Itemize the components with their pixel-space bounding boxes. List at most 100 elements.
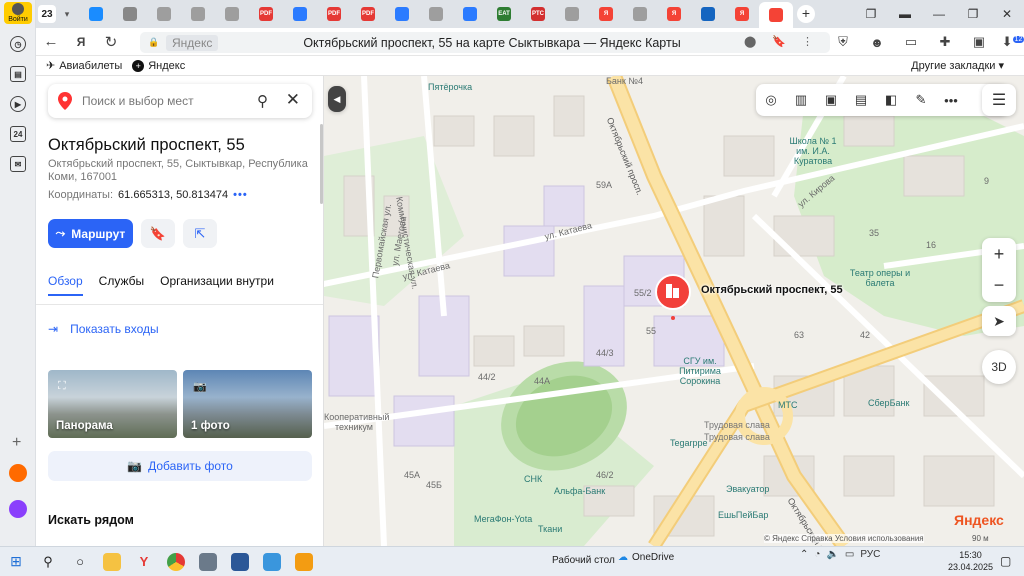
calculator-icon[interactable]: [192, 549, 224, 575]
extensions-icon[interactable]: ✚: [928, 34, 962, 50]
poi-technikum[interactable]: Кооперативный техникум: [324, 412, 389, 432]
sheet-tab[interactable]: [623, 3, 657, 25]
restore-button[interactable]: ❐: [956, 7, 990, 21]
eat-tab[interactable]: EAT: [487, 3, 521, 25]
word-icon[interactable]: [224, 549, 256, 575]
ruler-icon[interactable]: ✎: [906, 92, 936, 108]
protect-icon[interactable]: ⛨: [826, 34, 860, 50]
poi-theatre[interactable]: Театр оперы и балета: [846, 268, 914, 288]
poi-sberbank[interactable]: СберБанк: [868, 398, 909, 408]
poi-pyaterochka[interactable]: Пятёрочка: [428, 82, 472, 92]
add-photo-button[interactable]: 📷 Добавить фото: [48, 451, 312, 481]
paint-icon[interactable]: [256, 549, 288, 575]
notifications-icon[interactable]: ▢: [1000, 554, 1011, 568]
pdf-tab[interactable]: PDF: [249, 3, 283, 25]
tab-overview[interactable]: Обзор: [48, 274, 83, 296]
tab-services[interactable]: Службы: [99, 274, 144, 296]
sheet-tab[interactable]: [419, 3, 453, 25]
yandex-home-icon[interactable]: Я: [66, 35, 96, 49]
battery-icon[interactable]: ▭: [845, 549, 854, 560]
sheet-tab[interactable]: [555, 3, 589, 25]
geolocation-button[interactable]: ➤: [982, 306, 1016, 336]
poi-snk[interactable]: СНК: [524, 474, 542, 484]
minimize-button[interactable]: —: [922, 7, 956, 21]
reading-icon[interactable]: ▭: [894, 34, 928, 50]
poi-school[interactable]: Школа № 1 им. И.А. Куратова: [782, 136, 844, 166]
explorer-icon[interactable]: [96, 549, 128, 575]
clock-icon[interactable]: ◷: [10, 36, 26, 52]
chrome-icon[interactable]: [160, 549, 192, 575]
map-copyright[interactable]: © Яндекс Справка Условия использования: [764, 534, 924, 543]
maps-tab[interactable]: [759, 2, 793, 28]
layer-panorama-icon[interactable]: ◎: [756, 92, 786, 108]
pdf-tab[interactable]: PDF: [351, 3, 385, 25]
bookmark-panel-icon[interactable]: ▬: [888, 7, 922, 21]
show-entrances-link[interactable]: ⇥ Показать входы: [48, 322, 159, 336]
app-icon[interactable]: [288, 549, 320, 575]
share-button[interactable]: ⇱: [183, 219, 217, 248]
chevron-up-icon[interactable]: ⌃: [800, 549, 808, 560]
cortana-icon[interactable]: ○: [64, 549, 96, 575]
layer-camera-icon[interactable]: ▣: [816, 92, 846, 108]
reload-button[interactable]: ↻: [96, 33, 126, 51]
close-button[interactable]: ✕: [990, 7, 1024, 21]
mail-tab[interactable]: [385, 3, 419, 25]
tab-count[interactable]: 23: [38, 5, 56, 23]
pdf-tab[interactable]: PDF: [317, 3, 351, 25]
doc-tab[interactable]: [113, 3, 147, 25]
wifi-icon[interactable]: ◔: [814, 549, 820, 560]
poi-megafon[interactable]: МегаФон-Yota: [474, 514, 532, 524]
yandex-tab[interactable]: Я: [589, 3, 623, 25]
poi-alfabank[interactable]: Альфа-Банк: [554, 486, 605, 496]
map-menu-button[interactable]: ☰: [982, 84, 1016, 116]
save-bookmark-button[interactable]: 🔖: [141, 219, 175, 248]
twentyfour-icon[interactable]: 24: [10, 126, 26, 142]
poi-mts[interactable]: МТС: [778, 400, 798, 410]
screenshot-icon[interactable]: ▣: [962, 34, 996, 50]
search-icon[interactable]: ⚲: [257, 92, 268, 110]
poi-tegarppe[interactable]: Tegarppe: [670, 438, 708, 448]
layer-transport-icon[interactable]: ▤: [846, 92, 876, 108]
menu-dots-icon[interactable]: ⋮: [802, 35, 813, 48]
location-icon[interactable]: ⬤: [744, 35, 756, 48]
poi-bank[interactable]: Банк №4: [606, 76, 643, 86]
zoom-in-button[interactable]: +: [994, 244, 1005, 265]
url-field[interactable]: 🔒 Яндекс Октябрьский проспект, 55 на кар…: [140, 32, 830, 53]
poi-evacuator[interactable]: Эвакуатор: [726, 484, 769, 494]
downloads-icon[interactable]: ⬇ 12: [996, 34, 1024, 50]
language-indicator[interactable]: РУС: [860, 549, 880, 560]
tabs-overview-icon[interactable]: ❐: [854, 7, 888, 21]
gerb-tab[interactable]: [691, 3, 725, 25]
photo-thumbnail[interactable]: 📷 1 фото: [183, 370, 312, 438]
tab-organizations[interactable]: Организации внутри: [160, 274, 274, 296]
poi-university[interactable]: СГУ им. Питирима Сорокина: [672, 356, 728, 386]
3d-button[interactable]: 3D: [982, 350, 1016, 384]
volume-icon[interactable]: 🔈: [826, 549, 838, 560]
coords-value[interactable]: 61.665313, 50.813474: [118, 189, 228, 201]
search-input[interactable]: [82, 94, 232, 108]
other-bookmarks[interactable]: Другие закладки ▾: [911, 59, 1004, 72]
bookmark-icon[interactable]: 🔖: [772, 35, 786, 48]
mail-tab[interactable]: [283, 3, 317, 25]
poi-eshpeybar[interactable]: ЕшьПейБар: [718, 510, 768, 520]
login-button[interactable]: Войти: [4, 2, 32, 24]
windows-start-icon[interactable]: ⊞: [0, 549, 32, 575]
onedrive-item[interactable]: ☁ OneDrive: [618, 552, 674, 563]
cloud-tab[interactable]: [79, 3, 113, 25]
close-icon[interactable]: ✕: [286, 90, 300, 110]
layer-atlas-icon[interactable]: ▥: [786, 92, 816, 108]
clock[interactable]: 15:30 23.04.2025: [948, 549, 993, 573]
back-button[interactable]: ←: [36, 33, 66, 50]
sheet-tab[interactable]: [181, 3, 215, 25]
chevron-down-icon[interactable]: ▾: [59, 5, 75, 23]
play-icon[interactable]: ▶: [10, 96, 26, 112]
search-icon[interactable]: ⚲: [32, 549, 64, 575]
yandex-app-icon[interactable]: [9, 464, 27, 482]
alice-icon[interactable]: [9, 500, 27, 518]
collapse-panel-button[interactable]: ◀: [328, 86, 346, 112]
rtc-tab[interactable]: PTC: [521, 3, 555, 25]
panorama-thumbnail[interactable]: ⛶ Панорама: [48, 370, 177, 438]
new-tab-button[interactable]: +: [797, 5, 815, 23]
panel-scrollbar[interactable]: [320, 124, 323, 204]
poi-tkani[interactable]: Ткани: [538, 524, 562, 534]
